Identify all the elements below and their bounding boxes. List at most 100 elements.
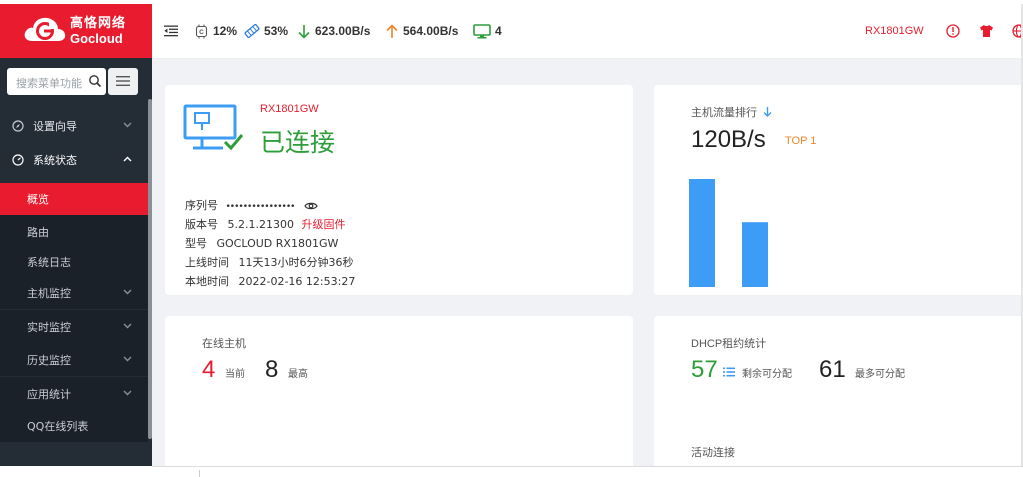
list-icon[interactable] (723, 367, 735, 377)
nav-label: 系统状态 (33, 153, 77, 167)
dhcp-remaining-label: 剩余可分配 (742, 369, 792, 380)
memory-value: 53% (264, 24, 289, 38)
router-connected-icon (183, 104, 244, 151)
traffic-bar-chart (689, 179, 768, 287)
serial-label: 序列号 (185, 199, 218, 212)
sidebar: 高恪网络 Gocloud 搜索菜单功能 设置向导 系统状态 概览 路由 系统日志… (0, 4, 152, 466)
nav-qq-online-list[interactable]: QQ在线列表 (0, 409, 148, 442)
online-hosts-card: 在线主机 4 当前 8 最高 (165, 316, 633, 476)
nav-app-stats[interactable]: 应用统计 (0, 377, 148, 410)
uptime-value: 11天13小时6分钟36秒 (238, 256, 354, 269)
menu-toggle-button[interactable] (108, 68, 138, 95)
clients-value: 4 (495, 24, 502, 38)
menu-search-input[interactable]: 搜索菜单功能 (7, 68, 106, 95)
device-status-card: RX1801GW 已连接 序列号 •••••••••••••••• 版本号 5.… (165, 85, 633, 295)
uptime-label: 上线时间 (185, 256, 229, 269)
nav-route[interactable]: 路由 (0, 215, 148, 248)
chevron-down-icon (123, 122, 132, 128)
dhcp-max-value: 61 (819, 356, 846, 383)
shirt-icon[interactable] (979, 24, 994, 38)
arrow-down-icon (298, 24, 310, 39)
upload-value: 564.00B/s (403, 24, 459, 38)
upload-speed: 564.00B/s (385, 4, 458, 58)
info-icon[interactable] (946, 24, 960, 38)
traffic-bar-1[interactable] (689, 179, 715, 287)
connected-clients: 4 (473, 4, 502, 58)
nav-system-status[interactable]: 系统状态 (0, 143, 148, 176)
eye-icon[interactable] (304, 201, 318, 211)
arrow-up-icon (386, 23, 398, 38)
active-connections-title: 活动连接 (691, 446, 735, 459)
top-rank-badge: TOP 1 (785, 135, 817, 147)
version-value: 5.2.1.21300 (227, 218, 294, 231)
version-label: 版本号 (185, 218, 218, 231)
traffic-title[interactable]: 主机流量排行 (691, 104, 772, 120)
memory-icon (244, 23, 260, 39)
nav-label: 设置向导 (33, 119, 77, 133)
chevron-up-icon (123, 156, 132, 162)
brand-name-cn: 高恪网络 (70, 16, 127, 31)
connection-status: 已连接 (260, 128, 336, 157)
chevron-down-icon (123, 289, 132, 295)
traffic-title-label: 主机流量排行 (691, 106, 757, 119)
bottom-tick (199, 470, 200, 477)
memory-usage: 53% (244, 4, 288, 58)
model-value: GOCLOUD RX1801GW (216, 237, 339, 250)
dashboard-icon (12, 153, 24, 166)
chevron-down-icon (123, 356, 132, 362)
dhcp-title: DHCP租约统计 (691, 338, 767, 350)
brand-logo[interactable]: 高恪网络 Gocloud (0, 4, 152, 58)
model-row: 型号 GOCLOUD RX1801GW (185, 235, 338, 251)
top-traffic-value: 120B/s (691, 126, 766, 153)
compass-icon (12, 119, 24, 132)
svg-text:C: C (199, 29, 204, 36)
collapse-sidebar-icon[interactable] (164, 25, 178, 37)
nav-host-monitor[interactable]: 主机监控 (0, 276, 148, 309)
download-speed: 623.00B/s (297, 4, 370, 58)
online-max-value: 8 (265, 356, 279, 383)
sort-down-icon (763, 107, 771, 117)
nav-label: 路由 (27, 225, 49, 239)
top-bar: C 12% 53% 623.00B/s 564.00B/s 4 RX1801GW (152, 4, 1023, 59)
dhcp-remaining-value: 57 (691, 356, 718, 383)
upgrade-firmware-link[interactable]: 升级固件 (301, 218, 345, 231)
nav-label: QQ在线列表 (27, 419, 89, 433)
serial-value: •••••••••••••••• (225, 202, 296, 212)
cpu-value: 12% (213, 24, 238, 38)
hamburger-icon (116, 76, 130, 86)
nav-label: 历史监控 (27, 353, 71, 367)
nav-realtime-monitor[interactable]: 实时监控 (0, 310, 148, 343)
nav-label: 主机监控 (27, 286, 71, 300)
localtime-row: 本地时间 2022-02-16 12:53:27 (185, 273, 355, 289)
cpu-icon: C (195, 24, 208, 38)
localtime-value: 2022-02-16 12:53:27 (238, 275, 356, 288)
bottom-divider (152, 466, 1023, 467)
traffic-bar-2[interactable] (742, 222, 768, 287)
nav-system-log[interactable]: 系统日志 (0, 245, 148, 278)
nav-overview[interactable]: 概览 (0, 183, 148, 215)
nav-label: 应用统计 (27, 387, 71, 401)
model-label: 型号 (185, 237, 207, 250)
online-max-label: 最高 (288, 369, 308, 380)
nav-label: 概览 (27, 193, 49, 206)
dhcp-max-label: 最多可分配 (855, 369, 905, 380)
online-current-value: 4 (202, 356, 216, 383)
serial-row: 序列号 •••••••••••••••• (185, 197, 318, 213)
device-name-link[interactable]: RX1801GW (865, 25, 924, 37)
device-model-short: RX1801GW (260, 103, 319, 115)
search-icon[interactable] (88, 74, 102, 88)
gocloud-logo-icon (24, 17, 66, 41)
menu-search-placeholder: 搜索菜单功能 (16, 77, 82, 90)
main-content: RX1801GW 已连接 序列号 •••••••••••••••• 版本号 5.… (152, 59, 1023, 476)
nav-setup-wizard[interactable]: 设置向导 (0, 109, 148, 142)
localtime-label: 本地时间 (185, 275, 229, 288)
nav-label: 实时监控 (27, 320, 71, 334)
monitor-icon (473, 23, 491, 38)
version-row: 版本号 5.2.1.21300 升级固件 (185, 216, 345, 232)
nav-history-monitor[interactable]: 历史监控 (0, 343, 148, 376)
nav-label: 系统日志 (27, 255, 71, 269)
chevron-down-icon (123, 323, 132, 329)
online-current-label: 当前 (225, 369, 245, 380)
brand-name-en: Gocloud (70, 31, 123, 46)
chevron-down-icon (123, 390, 132, 396)
